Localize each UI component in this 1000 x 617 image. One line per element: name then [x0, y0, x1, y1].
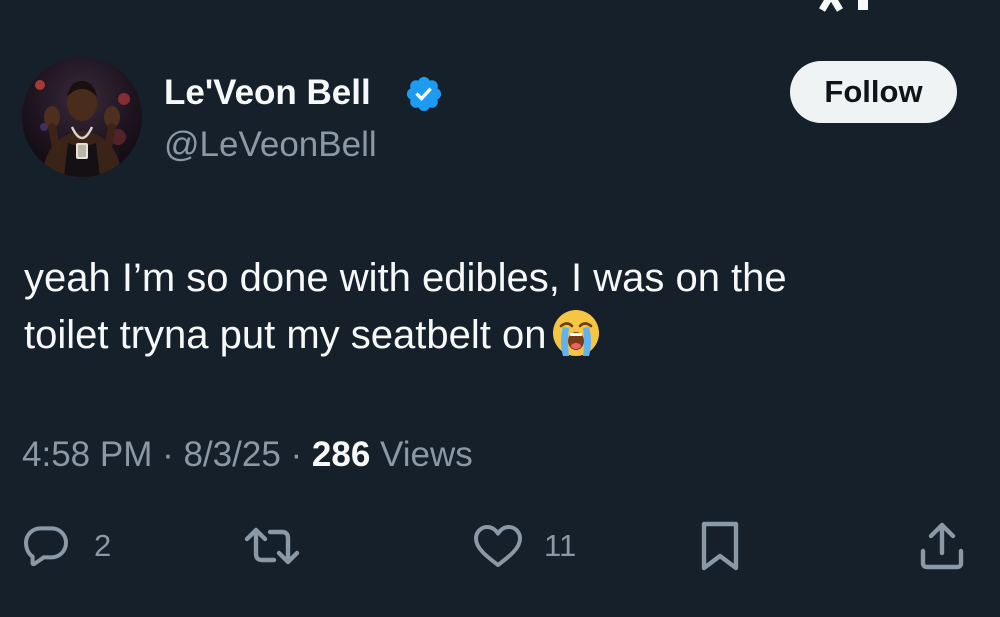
heart-icon	[474, 525, 522, 567]
avatar[interactable]	[22, 57, 142, 177]
reply-icon	[24, 526, 68, 567]
reply-button[interactable]: 2	[22, 518, 111, 574]
reply-count: 2	[94, 528, 112, 563]
share-icon	[920, 522, 964, 570]
top-bar	[0, 0, 1000, 22]
tweet-text-line: toilet tryna put my seatbelt on	[24, 307, 964, 364]
meta-separator: ·	[280, 435, 312, 474]
tweet-meta: 4:58 PM · 8/3/25 · 286 Views	[22, 433, 473, 477]
loudly-crying-face-emoji	[552, 310, 599, 356]
chevron-left-icon[interactable]	[36, 0, 54, 4]
verified-badge-icon	[406, 76, 442, 112]
bookmark-button[interactable]	[700, 518, 740, 574]
meta-separator: ·	[152, 435, 184, 474]
x-logo-icon	[818, 0, 868, 12]
tweet-text: yeah I’m so done with edibles, I was on …	[24, 250, 964, 364]
repost-button[interactable]	[244, 518, 320, 574]
like-count: 11	[544, 528, 577, 563]
display-name[interactable]: Le'Veon Bell	[164, 72, 371, 114]
like-button[interactable]: 11	[472, 518, 576, 574]
tweet-text-segment: toilet tryna put my seatbelt on	[24, 313, 547, 357]
follow-button[interactable]: Follow	[790, 61, 957, 123]
tweet-date[interactable]: 8/3/25	[183, 435, 280, 474]
bookmark-icon	[701, 521, 739, 571]
tweet-text-line: yeah I’m so done with edibles, I was on …	[24, 256, 787, 300]
views-count: 286	[311, 435, 371, 474]
repost-icon	[244, 527, 300, 565]
views-label: Views	[370, 435, 473, 474]
share-button[interactable]	[918, 518, 966, 574]
avatar-photo	[22, 57, 142, 177]
tweet-time[interactable]: 4:58 PM	[22, 435, 152, 474]
user-handle[interactable]: @LeVeonBell	[164, 124, 377, 166]
